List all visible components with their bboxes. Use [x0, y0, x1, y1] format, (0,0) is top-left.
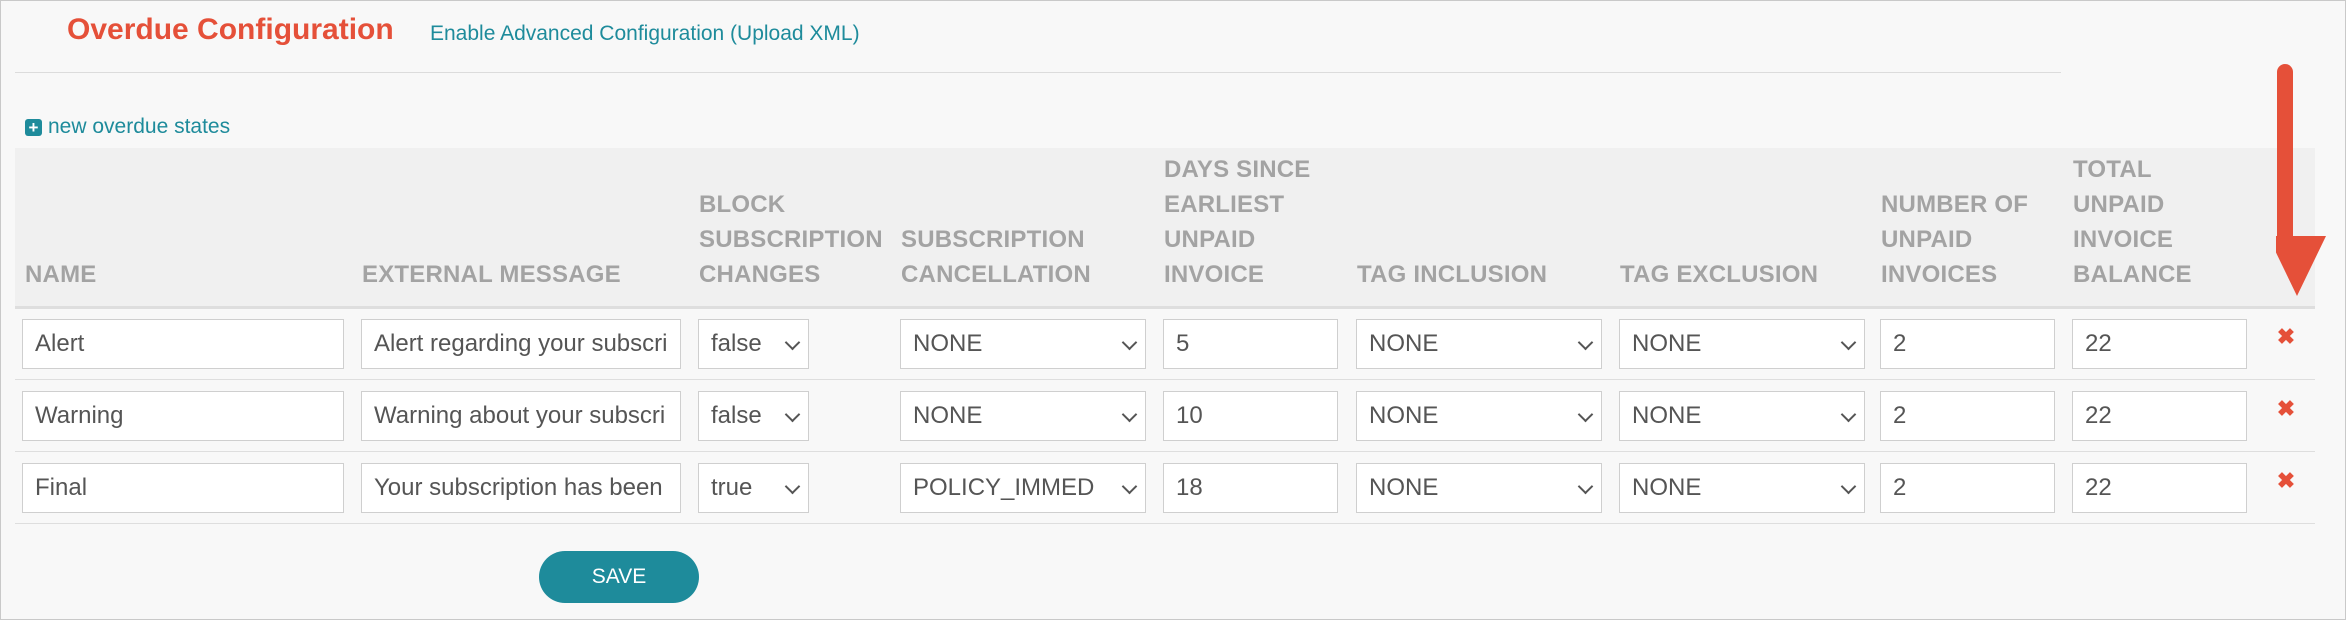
tag-inclusion-select[interactable]: NONE: [1356, 319, 1602, 369]
total-balance-field[interactable]: 22: [2072, 463, 2247, 513]
external-message-field[interactable]: Alert regarding your subscri: [361, 319, 681, 369]
chevron-down-icon: [1840, 478, 1857, 495]
save-button[interactable]: SAVE: [539, 551, 699, 603]
table-row: Warning Warning about your subscri false…: [15, 381, 2315, 452]
col-num-unpaid: NUMBER OF UNPAID INVOICES: [1881, 191, 2029, 288]
days-since-field[interactable]: 5: [1163, 319, 1338, 369]
tag-inclusion-select[interactable]: NONE: [1356, 391, 1602, 441]
days-since-field[interactable]: 18: [1163, 463, 1338, 513]
chevron-down-icon: [784, 406, 801, 423]
table-row: Alert Alert regarding your subscri false…: [15, 309, 2315, 380]
table-header: NAME EXTERNAL MESSAGE BLOCK SUBSCRIPTION…: [15, 148, 2315, 309]
advanced-config-link[interactable]: Enable Advanced Configuration (Upload XM…: [430, 22, 860, 46]
num-unpaid-field[interactable]: 2: [1880, 391, 2055, 441]
arrow-down-icon: [2276, 64, 2326, 296]
col-tag-inclusion: TAG INCLUSION: [1357, 261, 1548, 288]
tag-exclusion-select[interactable]: NONE: [1619, 391, 1865, 441]
col-name: NAME: [25, 261, 97, 288]
external-message-field[interactable]: Warning about your subscri: [361, 391, 681, 441]
close-icon[interactable]: ✖: [2276, 470, 2296, 492]
col-tag-exclusion: TAG EXCLUSION: [1620, 261, 1819, 288]
days-since-field[interactable]: 10: [1163, 391, 1338, 441]
tag-exclusion-select[interactable]: NONE: [1619, 463, 1865, 513]
tag-exclusion-select[interactable]: NONE: [1619, 319, 1865, 369]
tag-inclusion-select[interactable]: NONE: [1356, 463, 1602, 513]
cancellation-select[interactable]: NONE: [900, 319, 1146, 369]
name-field[interactable]: Final: [22, 463, 344, 513]
new-overdue-states-link[interactable]: + new overdue states: [25, 115, 230, 139]
chevron-down-icon: [784, 334, 801, 351]
chevron-down-icon: [784, 478, 801, 495]
name-field[interactable]: Warning: [22, 391, 344, 441]
total-balance-field[interactable]: 22: [2072, 391, 2247, 441]
chevron-down-icon: [1840, 334, 1857, 351]
col-block-changes: BLOCK SUBSCRIPTION CHANGES: [699, 191, 883, 288]
chevron-down-icon: [1577, 478, 1594, 495]
chevron-down-icon: [1577, 406, 1594, 423]
close-icon[interactable]: ✖: [2276, 398, 2296, 420]
total-balance-field[interactable]: 22: [2072, 319, 2247, 369]
col-cancellation: SUBSCRIPTION CANCELLATION: [901, 226, 1091, 288]
block-changes-select[interactable]: false: [698, 391, 809, 441]
col-days-since: DAYS SINCE EARLIEST UNPAID INVOICE: [1164, 156, 1311, 288]
col-total-balance: TOTAL UNPAID INVOICE BALANCE: [2073, 156, 2192, 288]
table-row: Final Your subscription has been true PO…: [15, 453, 2315, 524]
num-unpaid-field[interactable]: 2: [1880, 319, 2055, 369]
new-overdue-states-label: new overdue states: [48, 115, 231, 138]
col-external-message: EXTERNAL MESSAGE: [362, 261, 621, 288]
divider: [15, 72, 2061, 73]
name-field[interactable]: Alert: [22, 319, 344, 369]
close-icon[interactable]: ✖: [2276, 326, 2296, 348]
chevron-down-icon: [1840, 406, 1857, 423]
chevron-down-icon: [1121, 334, 1138, 351]
block-changes-select[interactable]: true: [698, 463, 809, 513]
page-title: Overdue Configuration: [67, 13, 394, 46]
external-message-field[interactable]: Your subscription has been: [361, 463, 681, 513]
num-unpaid-field[interactable]: 2: [1880, 463, 2055, 513]
cancellation-select[interactable]: POLICY_IMMED: [900, 463, 1146, 513]
chevron-down-icon: [1577, 334, 1594, 351]
chevron-down-icon: [1121, 478, 1138, 495]
plus-square-icon: +: [25, 118, 42, 136]
cancellation-select[interactable]: NONE: [900, 391, 1146, 441]
chevron-down-icon: [1121, 406, 1138, 423]
block-changes-select[interactable]: false: [698, 319, 809, 369]
